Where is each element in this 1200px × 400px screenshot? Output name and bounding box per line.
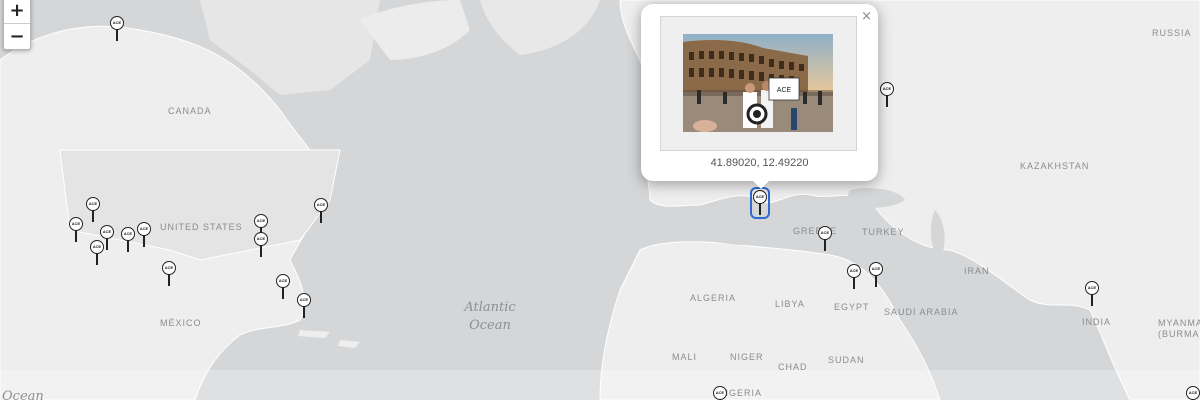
map-marker[interactable]: ACE bbox=[1186, 386, 1200, 400]
popup-close-button[interactable]: × bbox=[861, 9, 872, 24]
marker-badge-icon: ACE bbox=[254, 232, 268, 246]
marker-badge-icon: ACE bbox=[1186, 386, 1200, 400]
marker-badge-icon: ACE bbox=[314, 198, 328, 212]
map-marker[interactable]: ACE bbox=[86, 197, 100, 223]
label-pacific-ocean: Ocean bbox=[2, 389, 44, 400]
label-mexico: MÉXICO bbox=[160, 318, 202, 328]
map-marker[interactable]: ACE bbox=[254, 232, 268, 258]
map-marker[interactable]: ACE bbox=[1085, 281, 1099, 307]
marker-badge-icon: ACE bbox=[86, 197, 100, 211]
marker-badge-icon: ACE bbox=[90, 240, 104, 254]
map-marker[interactable]: ACE bbox=[162, 261, 176, 287]
marker-badge-icon: ACE bbox=[869, 262, 883, 276]
marker-badge-icon: ACE bbox=[100, 225, 114, 239]
label-united-states: UNITED STATES bbox=[160, 222, 243, 232]
marker-popup: × ACE 41.89020, 12.49220 bbox=[641, 4, 878, 189]
label-iran: IRAN bbox=[964, 266, 990, 276]
marker-badge-icon: ACE bbox=[880, 82, 894, 96]
label-mali: MALI bbox=[672, 352, 698, 362]
marker-badge-icon: ACE bbox=[713, 386, 727, 400]
label-niger: NIGER bbox=[730, 352, 764, 362]
label-turkey: TURKEY bbox=[862, 227, 905, 237]
marker-badge-icon: ACE bbox=[121, 227, 135, 241]
map-marker[interactable]: ACE bbox=[818, 226, 832, 252]
map-marker[interactable]: ACE bbox=[110, 16, 124, 42]
map-marker[interactable]: ACE bbox=[297, 293, 311, 319]
map-marker[interactable]: ACE bbox=[121, 227, 135, 253]
label-kazakhstan: KAZAKHSTAN bbox=[1020, 161, 1090, 171]
popup-photo[interactable]: ACE bbox=[683, 34, 833, 132]
label-chad: CHAD bbox=[778, 362, 808, 372]
label-egypt: EGYPT bbox=[834, 302, 870, 312]
zoom-in-button[interactable]: + bbox=[4, 0, 30, 23]
label-algeria: ALGERIA bbox=[690, 293, 737, 303]
label-india: INDIA bbox=[1082, 317, 1112, 327]
label-saudi-arabia: SAUDI ARABIA bbox=[884, 307, 959, 317]
popup-tip bbox=[751, 179, 771, 189]
marker-badge-icon: ACE bbox=[110, 16, 124, 30]
marker-badge-icon: ACE bbox=[818, 226, 832, 240]
map-marker[interactable]: ACE bbox=[276, 274, 290, 300]
marker-badge-icon: ACE bbox=[847, 264, 861, 278]
marker-badge-icon: ACE bbox=[297, 293, 311, 307]
marker-badge-icon: ACE bbox=[137, 222, 151, 236]
label-russia: RUSSIA bbox=[1152, 28, 1192, 38]
label-sudan: SUDAN bbox=[828, 355, 865, 365]
map-marker[interactable]: ACE bbox=[713, 386, 727, 400]
marker-badge-icon: ACE bbox=[1085, 281, 1099, 295]
marker-badge-icon: ACE bbox=[69, 217, 83, 231]
map-marker[interactable]: ACE bbox=[314, 198, 328, 224]
atlantic-line1: Atlantic bbox=[464, 300, 516, 315]
marker-badge-icon: ACE bbox=[276, 274, 290, 288]
marker-badge-icon: ACE bbox=[753, 190, 767, 204]
map-marker[interactable]: ACE bbox=[90, 240, 104, 266]
map-marker-selected[interactable]: ACE bbox=[750, 187, 770, 219]
map-marker[interactable]: ACE bbox=[137, 222, 151, 248]
popup-photo-frame: ACE bbox=[660, 16, 857, 151]
map-marker[interactable]: ACE bbox=[880, 82, 894, 108]
marker-badge-icon: ACE bbox=[162, 261, 176, 275]
zoom-out-button[interactable]: − bbox=[4, 23, 30, 49]
label-myanmar: MYANMA (BURMA) bbox=[1158, 318, 1200, 339]
label-canada: CANADA bbox=[168, 106, 212, 116]
map-marker[interactable]: ACE bbox=[869, 262, 883, 288]
map-view[interactable]: + − CANADA UNITED STATES MÉXICO RUSSIA K… bbox=[0, 0, 1200, 400]
label-atlantic-ocean: Atlantic Ocean bbox=[460, 299, 520, 335]
photo-sign-text: ACE bbox=[777, 87, 792, 94]
marker-badge-icon: ACE bbox=[254, 214, 268, 228]
zoom-control: + − bbox=[3, 0, 31, 50]
popup-coordinates: 41.89020, 12.49220 bbox=[710, 157, 809, 169]
map-basemap[interactable] bbox=[0, 0, 1200, 400]
atlantic-line2: Ocean bbox=[469, 318, 511, 333]
map-marker[interactable]: ACE bbox=[69, 217, 83, 243]
map-marker[interactable]: ACE bbox=[847, 264, 861, 290]
label-libya: LIBYA bbox=[775, 299, 805, 309]
colosseum-photo: ACE bbox=[683, 34, 833, 132]
